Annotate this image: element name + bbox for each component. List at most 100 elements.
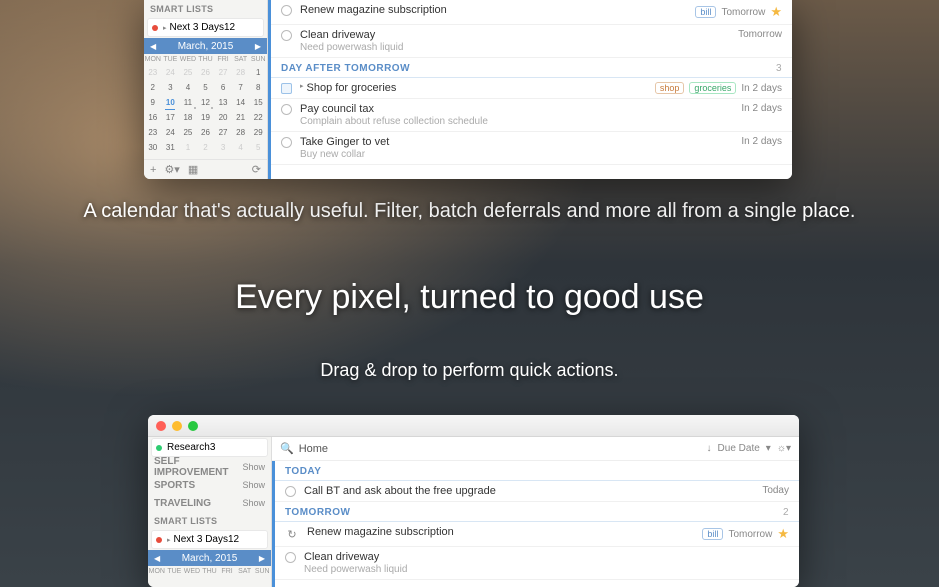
settings-button[interactable]: ⚙︎▾ [164, 163, 179, 176]
sort-dropdown-icon[interactable]: ▾ [766, 443, 771, 454]
calendar-day[interactable]: 5 [197, 80, 215, 95]
add-list-button[interactable]: + [150, 164, 156, 176]
task-checkbox[interactable] [281, 5, 292, 16]
calendar-next-button[interactable]: ▶ [255, 42, 261, 51]
calendar-day[interactable]: 20 [214, 110, 232, 125]
task-row[interactable]: Pay council taxComplain about refuse col… [271, 99, 792, 132]
task-checkbox[interactable] [285, 486, 296, 497]
sidebar-group[interactable]: SPORTS Show [148, 476, 271, 494]
traffic-minimize-button[interactable] [172, 421, 182, 431]
task-checkbox[interactable] [281, 104, 292, 115]
calendar-prev-button[interactable]: ◀ [150, 42, 156, 51]
calendar-dow: TUE [162, 54, 180, 65]
task-checkbox[interactable] [285, 552, 296, 563]
task-due: Tomorrow [738, 29, 782, 40]
task-checkbox[interactable] [281, 137, 292, 148]
task-row[interactable]: Call BT and ask about the free upgradeTo… [275, 481, 799, 502]
search-icon[interactable]: 🔍 [280, 442, 294, 455]
sync-button[interactable]: ⟳ [252, 163, 261, 176]
sidebar-group-show[interactable]: Show [242, 480, 265, 490]
calendar-day[interactable]: 2 [144, 80, 162, 95]
task-row[interactable]: ▸Shop for groceriesshopgroceriesIn 2 day… [271, 78, 792, 99]
task-row[interactable]: Clean drivewayNeed powerwash liquid [275, 547, 799, 580]
calendar-day[interactable]: 18 [179, 110, 197, 125]
task-row[interactable]: Clean drivewayNeed powerwash liquidTomor… [271, 25, 792, 58]
task-checkbox[interactable] [281, 30, 292, 41]
task-row[interactable]: Renew magazine subscriptionbillTomorrow★ [271, 0, 792, 25]
calendar-next-button[interactable]: ▶ [259, 554, 265, 563]
traffic-zoom-button[interactable] [188, 421, 198, 431]
calendar-day[interactable]: 3 [162, 80, 180, 95]
sidebar-item-research[interactable]: Research 3 [151, 438, 268, 457]
calendar-day[interactable]: 22 [249, 110, 267, 125]
calendar-day[interactable]: 17 [162, 110, 180, 125]
calendar-day[interactable]: 21 [232, 110, 250, 125]
sidebar-group-show[interactable]: Show [242, 498, 265, 508]
calendar-day[interactable]: 14 [232, 95, 250, 110]
calendar-day[interactable]: 1 [249, 65, 267, 80]
view-options-button[interactable]: ☼▾ [777, 443, 791, 454]
traffic-close-button[interactable] [156, 421, 166, 431]
calendar-day[interactable]: 9 [144, 95, 162, 110]
calendar-day[interactable]: 10 [162, 95, 180, 110]
sort-label[interactable]: Due Date [718, 443, 760, 454]
calendar-day[interactable]: 28 [232, 125, 250, 140]
calendar-day[interactable]: 7 [232, 80, 250, 95]
sidebar-group[interactable]: TRAVELINGShow [148, 494, 271, 512]
star-icon[interactable]: ★ [770, 4, 782, 20]
calendar-day[interactable]: 8 [249, 80, 267, 95]
task-row[interactable]: ↻Renew magazine subscriptionbillTomorrow… [275, 522, 799, 547]
calendar-day[interactable]: 27 [214, 125, 232, 140]
calendar-day[interactable]: 29 [249, 125, 267, 140]
calendar-day[interactable]: 11 [179, 95, 197, 110]
sidebar-group-label: SPORTS [154, 480, 195, 491]
task-row[interactable]: Take Ginger to vetBuy new collarIn 2 day… [271, 132, 792, 165]
calendar-day[interactable]: 31 [162, 140, 180, 155]
calendar-day[interactable]: 26 [197, 65, 215, 80]
calendar-day[interactable]: 24 [162, 65, 180, 80]
calendar-day[interactable]: 30 [144, 140, 162, 155]
calendar-day[interactable]: 3 [214, 140, 232, 155]
calendar-day[interactable]: 6 [214, 80, 232, 95]
calendar-day[interactable]: 1 [179, 140, 197, 155]
calendar-day[interactable]: 15 [249, 95, 267, 110]
titlebar: ◷ ⧉ ⇧ 🗑 [148, 415, 799, 437]
task-tag[interactable]: bill [695, 6, 716, 18]
task-tag[interactable]: shop [655, 82, 685, 94]
calendar-prev-button[interactable]: ◀ [154, 554, 160, 563]
calendar-day[interactable]: 12 [197, 95, 215, 110]
calendar-day[interactable]: 24 [162, 125, 180, 140]
calendar-day[interactable]: 23 [144, 125, 162, 140]
sidebar-item-next3days[interactable]: ▸ Next 3 Days 12 [151, 530, 268, 549]
section-count: 3 [776, 63, 782, 74]
calendar-day[interactable]: 28 [232, 65, 250, 80]
sidebar-group[interactable]: SELF IMPROVEMENTShow [148, 458, 271, 476]
sidebar-item-next3days[interactable]: ▸ Next 3 Days 12 [147, 18, 264, 37]
sort-direction-icon[interactable]: ↓ [707, 443, 712, 454]
calendar-day[interactable]: 25 [179, 125, 197, 140]
calendar-day[interactable]: 4 [232, 140, 250, 155]
calendar-day[interactable]: 26 [197, 125, 215, 140]
calendar-day[interactable]: 2 [197, 140, 215, 155]
calendar-day[interactable]: 16 [144, 110, 162, 125]
calendar-grid[interactable]: 2324252627281234567891011121314151617181… [144, 65, 267, 155]
sidebar-item-count: 3 [210, 442, 216, 453]
calendar-day[interactable]: 13 [214, 95, 232, 110]
breadcrumb[interactable]: Home [299, 443, 328, 455]
disclosure-icon[interactable]: ▸ [300, 82, 304, 90]
calendar-day[interactable]: 23 [144, 65, 162, 80]
star-icon[interactable]: ★ [777, 526, 789, 542]
sidebar-group-show[interactable]: Show [242, 462, 265, 472]
task-checkbox[interactable] [281, 83, 292, 94]
calendar-day[interactable]: 5 [249, 140, 267, 155]
calendar-day[interactable]: 25 [179, 65, 197, 80]
calendar-day[interactable]: 27 [214, 65, 232, 80]
task-body: Clean drivewayNeed powerwash liquid [300, 29, 738, 53]
sidebar: SMART LISTS ▸ Next 3 Days 12 ◀ March, 20… [144, 0, 268, 179]
calendar-day[interactable]: 4 [179, 80, 197, 95]
calendar-day[interactable]: 19 [197, 110, 215, 125]
calendar-toggle-button[interactable]: ▦ [188, 163, 198, 176]
task-recurring-icon[interactable]: ↻ [285, 527, 299, 541]
task-tag[interactable]: bill [702, 528, 723, 540]
task-tag[interactable]: groceries [689, 82, 736, 94]
